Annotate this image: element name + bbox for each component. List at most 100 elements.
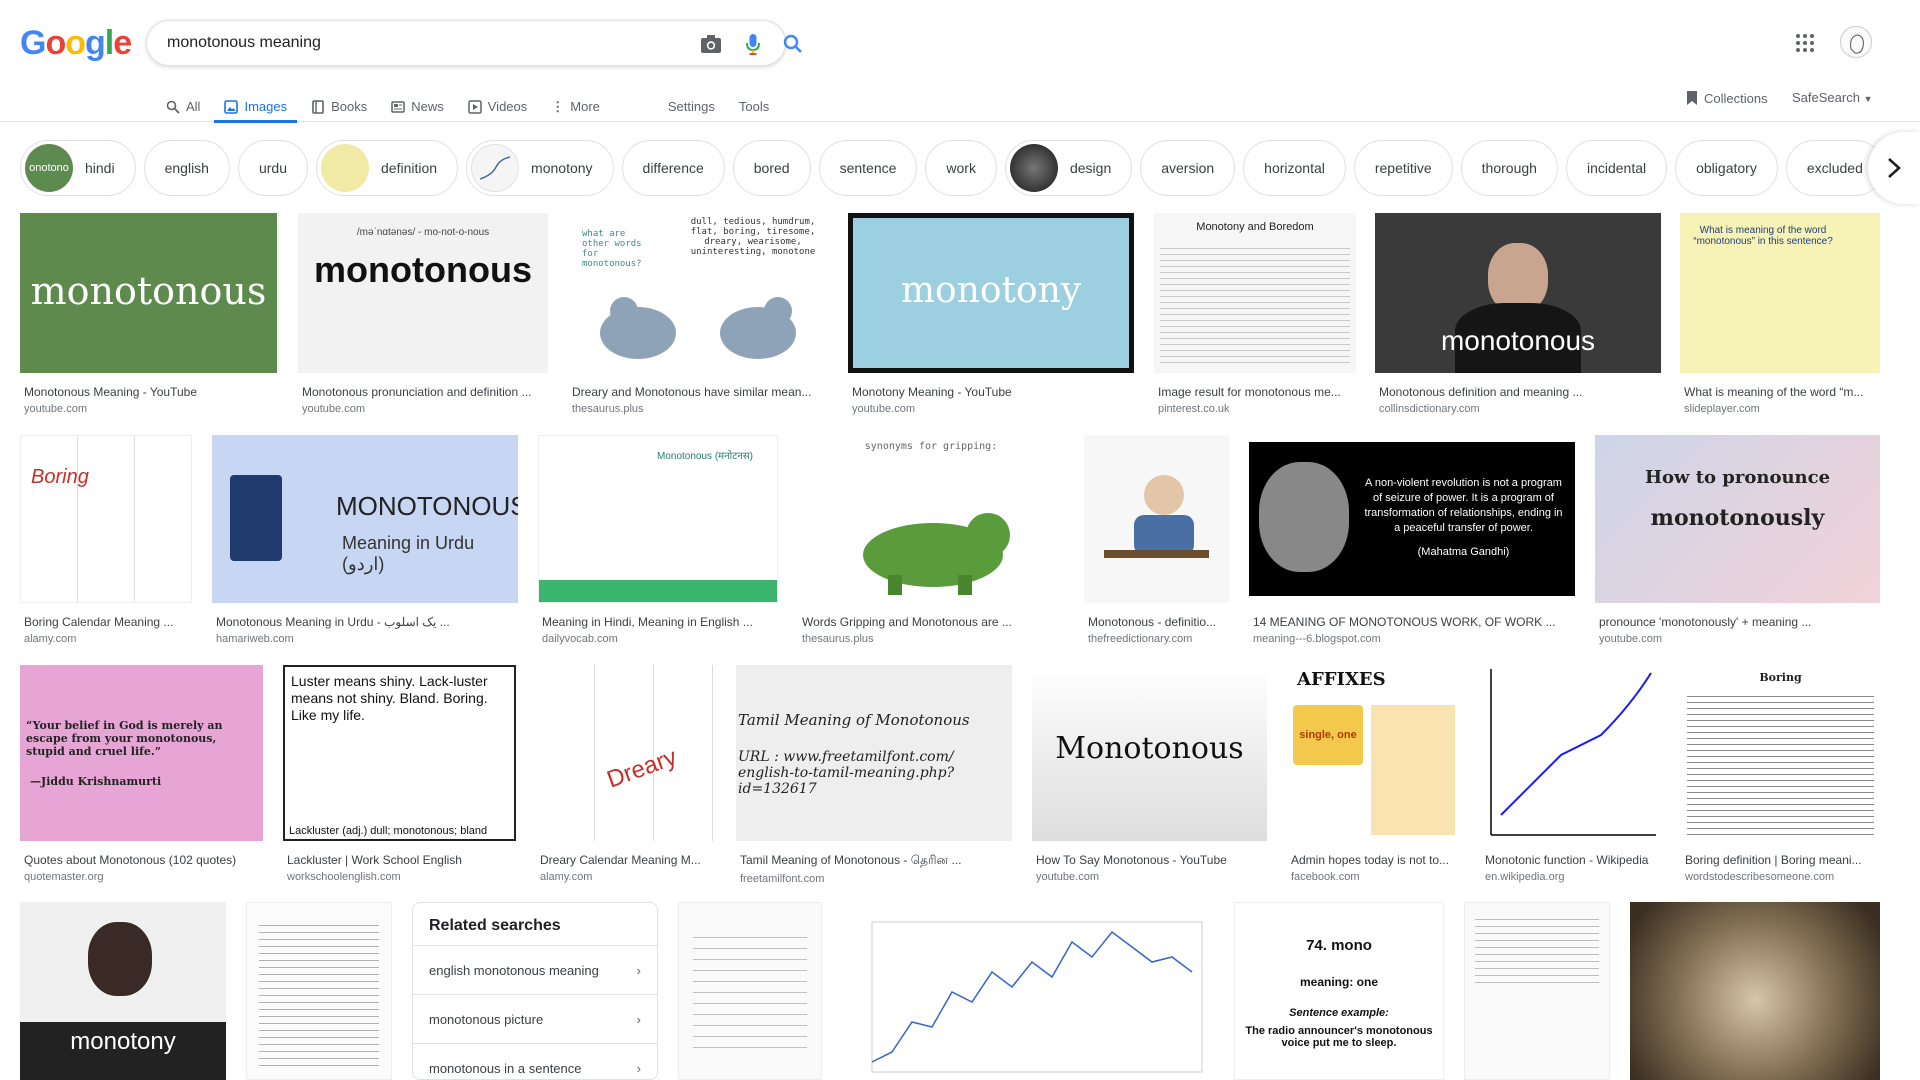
chip-label: urdu [258,160,287,176]
image-result[interactable]: 74. mono meaning: one Sentence example: … [1234,902,1444,1080]
search-icon[interactable] [781,32,805,56]
camera-icon[interactable] [699,32,723,56]
search-box[interactable]: monotonous meaning [146,20,802,66]
chip-sentence[interactable]: sentence [818,140,918,196]
chip-aversion[interactable]: aversion [1140,140,1236,196]
chip-english[interactable]: english [143,140,230,196]
chip-bored[interactable]: bored [732,140,811,196]
chip-label: thorough [1481,160,1537,176]
result-thumbnail [1481,665,1661,841]
tab-images[interactable]: Images [214,88,297,123]
tab-books[interactable]: Books [311,88,367,122]
image-result[interactable] [842,902,1214,1080]
image-result[interactable]: monotonous Monotonous definition and mea… [1375,213,1661,415]
chip-label: incidental [1586,160,1647,176]
image-result[interactable]: Tamil Meaning of Monotonous URL : www.fr… [736,665,1012,885]
chip-definition[interactable]: definition [316,140,459,196]
image-result[interactable]: How to pronounce monotonously pronounce … [1595,435,1880,645]
chip-difference[interactable]: difference [621,140,725,196]
tab-all[interactable]: All [166,88,200,122]
image-result[interactable]: “Your belief in God is merely an escape … [20,665,263,883]
thumbnail-text: 74. mono [1306,937,1372,954]
image-result[interactable]: Monotony and Boredom Image result for mo… [1154,213,1356,415]
tab-settings[interactable]: Settings [668,88,715,122]
image-result[interactable]: What is meaning of the word “monotonous”… [1680,213,1880,415]
image-result[interactable] [246,902,392,1080]
logo-letter: l [104,24,115,62]
result-source: collinsdictionary.com [1379,403,1480,415]
chip-hindi[interactable]: onotono hindi [20,140,136,196]
image-result[interactable]: monotony [20,902,226,1080]
related-search-item[interactable]: monotonous picture › [413,994,657,1043]
result-thumbnail [1630,902,1880,1080]
thumbnail-subtext: —Jiddu Krishnamurti [30,775,162,788]
tab-label: All [186,99,201,114]
chip-urdu[interactable]: urdu [237,140,308,196]
thumbnail-text: A non-violent revolution is not a progra… [1364,477,1563,534]
image-result[interactable]: /məˈnɑtənəs/ - mo-not-o-nous monotonous … [298,213,548,415]
account-avatar[interactable] [1840,26,1872,58]
google-apps-icon[interactable] [1796,34,1814,52]
image-result[interactable] [678,902,822,1080]
chip-horizontal[interactable]: horizontal [1243,140,1346,196]
related-search-item[interactable]: english monotonous meaning › [413,945,657,994]
chip-design[interactable]: design [1004,140,1133,196]
tab-news[interactable]: News [391,88,444,122]
image-result[interactable]: monotonous Monotonous Meaning - YouTube … [20,213,277,415]
chip-obligatory[interactable]: obligatory [1675,140,1778,196]
microphone-icon[interactable] [741,32,765,56]
result-thumbnail: synonyms for gripping: [798,435,1064,603]
image-result[interactable]: A non-violent revolution is not a progra… [1249,435,1575,645]
chip-thumbnail: onotono [25,144,73,192]
result-title: Monotonous definition and meaning ... [1379,385,1583,399]
thumbnail-text: Monotonous (मनोटनस) [657,451,753,462]
chip-label: definition [381,160,438,176]
thumbnail-text: synonyms for gripping: [864,441,998,452]
thumbnail-text: monotony [900,270,1082,311]
image-result[interactable]: what are other words for monotonous? dul… [568,213,828,415]
image-result[interactable] [1630,902,1880,1080]
tab-videos[interactable]: Videos [468,88,527,122]
image-result[interactable]: Monotonous (मनोटनस) Meaning in Hindi, Me… [538,435,778,645]
chip-repetitive[interactable]: repetitive [1353,140,1453,196]
search-input[interactable]: monotonous meaning [167,34,321,52]
tab-label: Books [331,99,368,114]
chip-thorough[interactable]: thorough [1460,140,1558,196]
safesearch-menu[interactable]: SafeSearch ▼ [1792,90,1872,105]
result-title: Boring Calendar Meaning ... [24,615,174,629]
chip-work[interactable]: work [925,140,997,196]
thumbnail-text: AFFIXES [1297,669,1386,690]
collections-link[interactable]: Collections [1686,90,1768,106]
chip-label: monotony [531,160,593,176]
result-title: 14 MEANING OF MONOTONOUS WORK, OF WORK .… [1253,615,1556,629]
related-search-item[interactable]: monotonous in a sentence › [413,1043,657,1079]
image-result[interactable]: Boring Boring definition | Boring meani.… [1681,665,1880,883]
result-title: Meaning in Hindi, Meaning in English ... [542,615,753,629]
image-result[interactable]: Monotonic function - Wikipedia en.wikipe… [1481,665,1661,883]
image-result[interactable] [1464,902,1610,1080]
image-result[interactable]: Luster means shiny. Lack-luster means no… [283,665,516,883]
header: Google monotonous meaning All Images Boo… [0,0,1920,123]
google-logo[interactable]: Google [20,24,132,63]
image-result[interactable]: Dreary Dreary Calendar Meaning M... alam… [536,665,716,883]
image-result[interactable]: Boring Boring Calendar Meaning ... alamy… [20,435,192,645]
logo-letter: o [45,24,66,62]
chip-monotony[interactable]: monotony [466,140,614,196]
result-thumbnail: Boring [1681,665,1880,841]
image-result[interactable]: synonyms for gripping: Words Gripping an… [798,435,1064,645]
result-thumbnail: AFFIXES single, one [1287,665,1461,841]
tab-label: Settings [667,99,715,114]
chip-incidental[interactable]: incidental [1565,140,1668,196]
chip-label: sentence [839,160,897,176]
image-result[interactable]: Monotonous - definitio... thefreediction… [1084,435,1229,645]
result-title: What is meaning of the word “m... [1684,385,1864,399]
image-result[interactable]: monotony Monotony Meaning - YouTube yout… [848,213,1134,415]
result-thumbnail: 74. mono meaning: one Sentence example: … [1234,902,1444,1080]
image-result[interactable]: AFFIXES single, one Admin hopes today is… [1287,665,1461,883]
tab-tools[interactable]: Tools [739,88,769,122]
image-result[interactable]: MONOTONOUS Meaning in Urdu (اردو) Monoto… [212,435,518,645]
thumbnail-subtext: monotonously [1650,505,1825,531]
tab-more[interactable]: ⋮ More [551,88,600,122]
image-result[interactable]: Monotonous How To Say Monotonous - YouTu… [1032,665,1267,883]
thumbnail-subtext: Sentence example: [1289,1007,1389,1019]
